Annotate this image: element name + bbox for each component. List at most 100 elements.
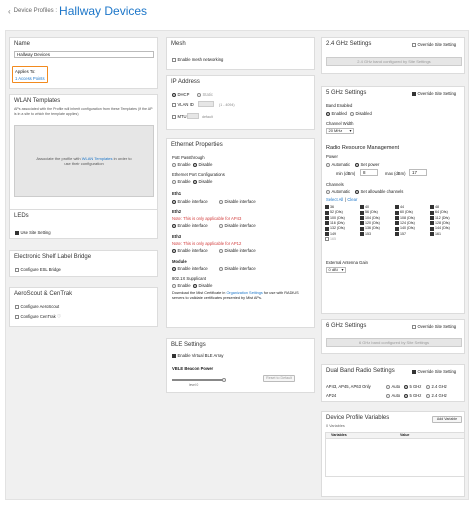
eth3-enable-radio[interactable] <box>172 248 176 253</box>
supplicant-enable-radio[interactable] <box>172 283 176 288</box>
module-enable-radio[interactable] <box>172 266 176 271</box>
eth2-disable-radio[interactable] <box>219 223 223 228</box>
back-chevron-icon[interactable]: ‹ <box>8 7 11 17</box>
channel-option[interactable]: 36 <box>325 205 360 210</box>
band24-override[interactable]: Override Site Setting <box>412 42 456 47</box>
module-disable-radio[interactable] <box>219 266 223 271</box>
channel-checkbox[interactable] <box>325 216 329 221</box>
ip-dhcp-radio[interactable] <box>172 92 176 97</box>
port-enable-radio[interactable] <box>172 179 176 184</box>
select-all-link[interactable]: Select All <box>326 197 343 202</box>
band5-override[interactable]: Override Site Setting <box>412 91 456 96</box>
channel-option[interactable]: 56 (Dfs) <box>360 210 395 215</box>
power-automatic[interactable]: Automatic <box>326 162 350 167</box>
organization-settings-link[interactable]: Organization Settings <box>226 291 262 295</box>
power-set[interactable]: Set power <box>355 162 379 167</box>
channels-set-radio[interactable] <box>355 189 359 194</box>
channel-checkbox[interactable] <box>325 210 329 215</box>
dual-override[interactable]: Override Site Setting <box>412 369 456 374</box>
supplicant-disable-radio[interactable] <box>193 283 197 288</box>
dual-row2-24ghz-radio[interactable] <box>426 393 430 398</box>
dual-row2-auto[interactable]: Auto <box>386 393 400 398</box>
band5-disabled-radio[interactable] <box>350 111 354 116</box>
dual-row2-5ghz-radio[interactable] <box>404 393 408 398</box>
channel-checkbox[interactable] <box>395 232 399 237</box>
aeroscout-configure[interactable]: Configure AeroScout <box>15 304 59 309</box>
dual-row1-auto-radio[interactable] <box>386 384 390 389</box>
poe-enable[interactable]: Enable <box>172 162 191 167</box>
channel-option[interactable]: 120 (Dfs) <box>360 221 395 226</box>
channel-checkbox[interactable] <box>430 216 434 221</box>
channel-option[interactable]: 128 (Dfs) <box>430 221 465 226</box>
dual-override-checkbox[interactable] <box>412 369 416 374</box>
ip-mtu[interactable]: MTU <box>172 114 187 119</box>
channel-option[interactable]: 140 (Dfs) <box>395 226 430 231</box>
power-set-radio[interactable] <box>355 162 359 167</box>
channel-checkbox[interactable] <box>360 205 364 210</box>
channel-checkbox[interactable] <box>360 216 364 221</box>
leds-use-site[interactable]: Use Site Setting <box>15 230 51 235</box>
centrak-checkbox[interactable] <box>15 314 19 319</box>
vlan-id-input[interactable] <box>198 101 214 107</box>
supplicant-disable[interactable]: Disable <box>193 283 212 288</box>
eth1-enable[interactable]: Enable interface <box>172 199 208 204</box>
ble-reset-button[interactable]: Reset to Default <box>263 375 295 382</box>
channel-option[interactable]: 165 <box>325 237 360 242</box>
channel-checkbox[interactable] <box>360 232 364 237</box>
channel-option[interactable]: 48 <box>430 205 465 210</box>
ble-power-slider[interactable] <box>172 377 226 382</box>
eth3-disable-radio[interactable] <box>219 248 223 253</box>
dual-row1-24ghz[interactable]: 2.4 GHz <box>426 384 447 389</box>
channel-option[interactable]: 124 (Dfs) <box>395 221 430 226</box>
channels-automatic-radio[interactable] <box>326 189 330 194</box>
band24-override-checkbox[interactable] <box>412 42 416 47</box>
channel-option[interactable]: 40 <box>360 205 395 210</box>
channel-option[interactable]: 157 <box>395 232 430 237</box>
channel-option[interactable]: 144 (Dfs) <box>430 226 465 231</box>
channel-checkbox[interactable] <box>430 232 434 237</box>
channel-option[interactable]: 52 (Dfs) <box>325 210 360 215</box>
mesh-enable-checkbox[interactable] <box>172 57 176 62</box>
add-variable-button[interactable]: Add Variable <box>432 416 462 423</box>
breadcrumb[interactable]: Device Profiles : <box>14 8 57 16</box>
channel-option[interactable]: 161 <box>430 232 465 237</box>
poe-disable[interactable]: Disable <box>193 162 212 167</box>
applies-to-link[interactable]: 1 Access Points <box>15 76 45 81</box>
channel-checkbox[interactable] <box>395 216 399 221</box>
channel-checkbox[interactable] <box>430 205 434 210</box>
ip-static-radio[interactable] <box>197 92 201 97</box>
channel-checkbox[interactable] <box>325 221 329 226</box>
channel-checkbox[interactable] <box>325 205 329 210</box>
port-enable[interactable]: Enable <box>172 179 191 184</box>
clear-link[interactable]: Clear <box>347 197 357 202</box>
esl-configure[interactable]: Configure ESL Bridge <box>15 267 61 272</box>
eth1-disable-radio[interactable] <box>219 199 223 204</box>
poe-enable-radio[interactable] <box>172 162 176 167</box>
channel-checkbox[interactable] <box>430 226 434 231</box>
channel-checkbox[interactable] <box>395 210 399 215</box>
mesh-enable[interactable]: Enable mesh networking <box>172 57 223 62</box>
channel-checkbox[interactable] <box>395 226 399 231</box>
eth2-disable[interactable]: Disable interface <box>219 223 256 228</box>
channel-checkbox[interactable] <box>430 221 434 226</box>
channel-checkbox[interactable] <box>360 221 364 226</box>
dual-row1-5ghz[interactable]: 5 GHz <box>404 384 421 389</box>
channel-option[interactable]: 116 (Dfs) <box>325 221 360 226</box>
mtu-input[interactable] <box>187 113 199 119</box>
channel-option[interactable]: 149 <box>325 232 360 237</box>
centrak-configure[interactable]: Configure CenTrak ⓘ <box>15 314 61 319</box>
leds-use-site-checkbox[interactable] <box>15 230 19 235</box>
channel-option[interactable]: 104 (Dfs) <box>360 216 395 221</box>
dual-row2-5ghz[interactable]: 5 GHz <box>404 393 421 398</box>
channel-checkbox[interactable] <box>395 221 399 226</box>
eth1-disable[interactable]: Disable interface <box>219 199 256 204</box>
supplicant-enable[interactable]: Enable <box>172 283 191 288</box>
channel-option[interactable]: 132 (Dfs) <box>325 226 360 231</box>
eth3-disable[interactable]: Disable interface <box>219 248 256 253</box>
band5-disabled[interactable]: Disabled <box>350 111 372 116</box>
poe-disable-radio[interactable] <box>193 162 197 167</box>
eth1-enable-radio[interactable] <box>172 199 176 204</box>
ip-vlan[interactable]: VLAN ID <box>172 102 194 107</box>
esl-configure-checkbox[interactable] <box>15 267 19 272</box>
channel-option[interactable]: 112 (Dfs) <box>430 216 465 221</box>
